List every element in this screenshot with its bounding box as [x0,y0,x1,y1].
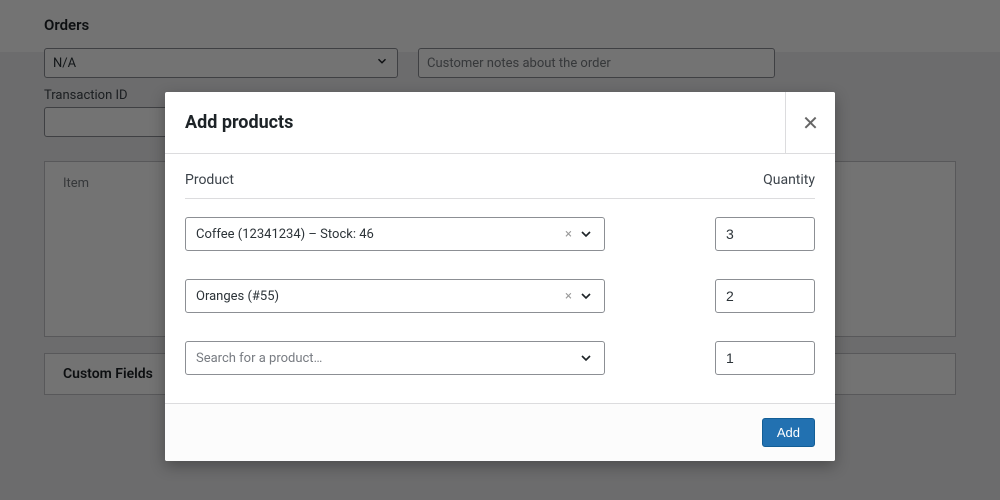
product-select-label: Search for a product… [196,351,578,366]
product-row: Oranges (#55)× [185,279,815,313]
product-row: Search for a product… [185,341,815,375]
quantity-input[interactable] [715,217,815,251]
add-button[interactable]: Add [762,418,815,447]
quantity-input[interactable] [715,341,815,375]
modal-title: Add products [165,92,785,153]
product-column-header: Product [185,172,234,188]
product-select-label: Oranges (#55) [196,289,565,304]
clear-icon[interactable]: × [565,227,572,242]
product-select[interactable]: Search for a product… [185,341,605,375]
product-select-label: Coffee (12341234) – Stock: 46 [196,227,565,242]
clear-icon[interactable]: × [565,289,572,304]
product-select[interactable]: Coffee (12341234) – Stock: 46× [185,217,605,251]
close-icon: ✕ [802,111,819,135]
chevron-down-icon [578,350,594,366]
product-row: Coffee (12341234) – Stock: 46× [185,217,815,251]
add-products-modal: Add products ✕ Product Quantity Coffee (… [165,92,835,461]
modal-overlay: Add products ✕ Product Quantity Coffee (… [0,0,1000,500]
modal-close-button[interactable]: ✕ [785,92,835,153]
product-select[interactable]: Oranges (#55)× [185,279,605,313]
chevron-down-icon [578,226,594,242]
quantity-input[interactable] [715,279,815,313]
quantity-column-header: Quantity [763,172,815,188]
chevron-down-icon [578,288,594,304]
